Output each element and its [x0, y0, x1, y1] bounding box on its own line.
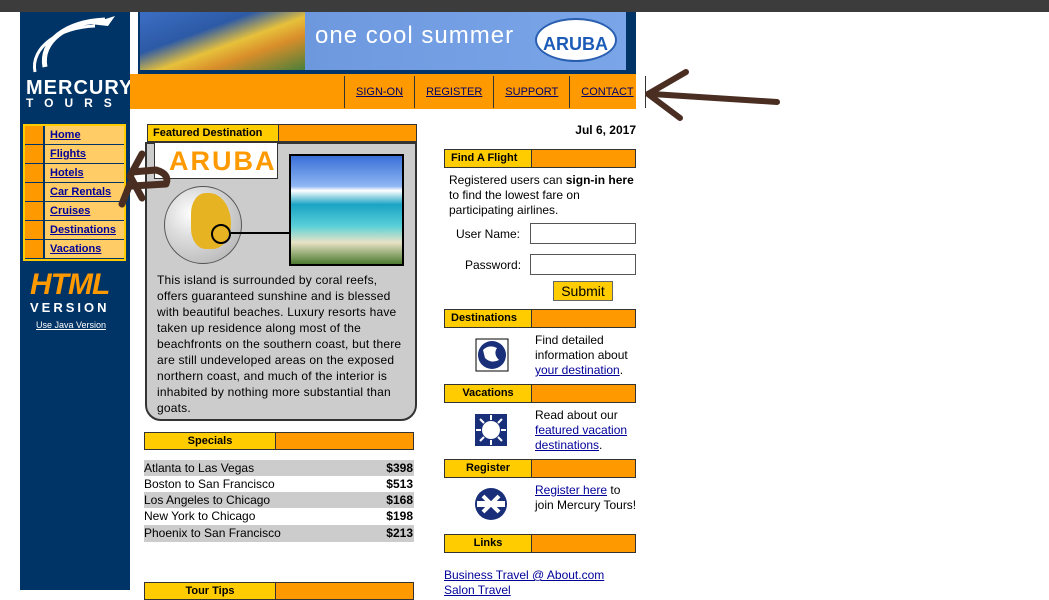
sidebar-item-home[interactable]: Home: [45, 126, 124, 144]
sidebar-item-vacations[interactable]: Vacations: [45, 240, 124, 258]
register-cross-icon: [475, 488, 507, 520]
current-date: Jul 6, 2017: [575, 123, 636, 137]
marker-connector: [231, 232, 289, 234]
tour-tips-label: Tour Tips: [145, 583, 276, 599]
aruba-badge: ARUBA: [535, 18, 617, 62]
destinations-label: Destinations: [445, 310, 532, 327]
destinations-header: Destinations: [444, 309, 636, 328]
sun-icon: [475, 414, 507, 446]
route: Atlanta to Las Vegas: [144, 461, 255, 475]
password-label: Password:: [465, 258, 522, 272]
sign-in-here: sign-in here: [565, 173, 634, 187]
airplane-swoosh-icon: [33, 16, 115, 73]
register-here-link[interactable]: Register here: [535, 483, 607, 497]
specials-table: Atlanta to Las Vegas $398 Boston to San F…: [144, 460, 414, 542]
link-business-travel[interactable]: Business Travel @ About.com: [444, 568, 604, 583]
link-salon-travel[interactable]: Salon Travel: [444, 583, 604, 598]
price: $198: [386, 509, 413, 523]
register-header: Register: [444, 459, 636, 478]
featured-vacation-link[interactable]: featured vacation destinations: [535, 423, 627, 452]
destinations-text-main: Find detailed information about: [535, 333, 628, 362]
find-flight-label: Find A Flight: [445, 150, 532, 167]
side-nav: Home Flights Hotels Car Rentals Cruises …: [23, 124, 126, 261]
table-row: New York to Chicago $198: [144, 508, 414, 524]
nav-support[interactable]: SUPPORT: [493, 76, 569, 108]
nav-contact[interactable]: CONTACT: [569, 76, 646, 108]
featured-description: This island is surrounded by coral reefs…: [157, 273, 402, 415]
nav-sign-on[interactable]: SIGN-ON: [344, 76, 414, 108]
route: Phoenix to San Francisco: [144, 526, 281, 540]
summer-banner[interactable]: one cool summer ARUBA: [140, 12, 626, 70]
submit-button[interactable]: Submit: [553, 281, 613, 301]
links-label: Links: [445, 535, 532, 552]
find-flight-text: Registered users can sign-in here to fin…: [449, 173, 639, 218]
price: $398: [386, 461, 413, 475]
specials-header: Specials: [144, 432, 414, 450]
username-label: User Name:: [456, 227, 521, 241]
use-java-version-link[interactable]: Use Java Version: [36, 320, 106, 330]
route: Los Angeles to Chicago: [144, 493, 271, 507]
find-flight-text-pre: Registered users can: [449, 173, 566, 187]
location-marker-icon: [211, 224, 231, 244]
price: $213: [386, 526, 413, 540]
price: $513: [386, 477, 413, 491]
featured-destination-label: Featured Destination: [148, 125, 279, 141]
find-flight-text-post: to find the lowest fare on participating…: [449, 188, 580, 217]
featured-destination-header: Featured Destination: [147, 124, 417, 142]
register-label: Register: [445, 460, 532, 477]
register-text: Register here to join Mercury Tours!: [535, 483, 639, 513]
table-row: Phoenix to San Francisco $213: [144, 525, 414, 542]
aruba-badge-text: ARUBA: [543, 34, 608, 54]
beach-photo: [289, 154, 404, 266]
globe-icon: [475, 338, 509, 372]
route: New York to Chicago: [144, 509, 256, 523]
vacations-text: Read about our featured vacation destina…: [535, 408, 639, 453]
vacations-text-main: Read about our: [535, 408, 618, 422]
table-row: Atlanta to Las Vegas $398: [144, 460, 414, 476]
links-header: Links: [444, 534, 636, 553]
annotation-arrow-curved-icon: [118, 150, 171, 208]
nav-register[interactable]: REGISTER: [414, 76, 493, 108]
links-list: Business Travel @ About.com Salon Travel: [444, 568, 604, 598]
sidebar-item-destinations[interactable]: Destinations: [45, 221, 124, 239]
price: $168: [386, 493, 413, 507]
your-destination-link[interactable]: your destination: [535, 363, 620, 377]
vacations-label: Vacations: [445, 385, 532, 402]
html-version-label: VERSION: [30, 300, 110, 315]
find-flight-header: Find A Flight: [444, 149, 636, 168]
mercury-tours-logo[interactable]: MERCURY TOURS: [20, 12, 132, 112]
banner-text: one cool summer: [315, 22, 515, 49]
html-version-logo: HTML: [30, 268, 110, 301]
vacations-text-tail: .: [599, 438, 603, 452]
route: Boston to San Francisco: [144, 477, 275, 491]
password-input[interactable]: [530, 254, 636, 275]
destinations-text-tail: .: [619, 363, 624, 377]
table-row: Los Angeles to Chicago $168: [144, 492, 414, 508]
logo-tagline: TOURS: [26, 96, 123, 110]
browser-toolbar-strip: [0, 0, 1049, 12]
tour-tips-header: Tour Tips: [144, 582, 414, 600]
table-row: Boston to San Francisco $513: [144, 476, 414, 492]
specials-label: Specials: [145, 433, 276, 449]
vacations-header: Vacations: [444, 384, 636, 403]
destinations-text: Find detailed information about your des…: [535, 333, 639, 378]
username-input[interactable]: [530, 223, 636, 244]
annotation-arrow-left-icon: [645, 69, 780, 121]
banner-photo: [140, 12, 305, 70]
top-nav: SIGN-ON REGISTER SUPPORT CONTACT: [344, 76, 646, 108]
